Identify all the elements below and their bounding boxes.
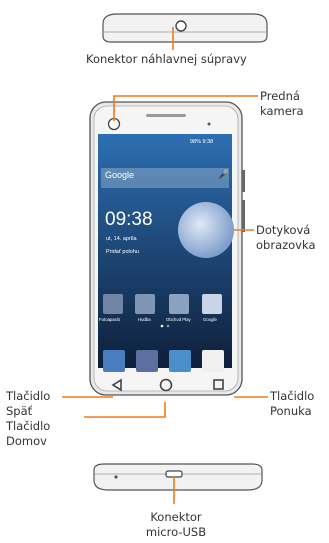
- callout-lines: [62, 27, 268, 504]
- label-headset-connector: Konektor náhlavnej súpravy: [86, 52, 247, 66]
- label-front-camera: Predná kamera: [260, 89, 304, 118]
- label-back-button: Tlačidlo Späť: [6, 389, 51, 418]
- label-touchscreen: Dotyková obrazovka: [256, 223, 316, 252]
- label-usb-connector: Konektor micro-USB: [145, 510, 207, 539]
- label-home-button: Tlačidlo Domov: [6, 419, 51, 448]
- label-menu-button: Tlačidlo Ponuka: [270, 389, 315, 418]
